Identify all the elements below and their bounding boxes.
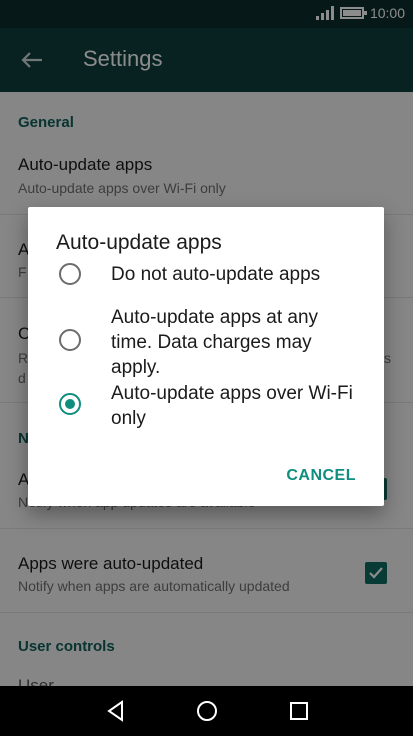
cancel-button[interactable]: CANCEL (286, 467, 356, 485)
nav-recents-icon[interactable] (286, 698, 312, 724)
option-do-not-auto-update[interactable]: Do not auto-update apps (28, 261, 384, 295)
dialog-title: Auto-update apps (56, 231, 222, 254)
radio-unselected-icon[interactable] (59, 329, 81, 351)
auto-update-dialog: Auto-update apps Do not auto-update apps… (28, 207, 384, 506)
radio-selected-icon[interactable] (59, 393, 81, 415)
system-nav-bar (0, 686, 413, 736)
option-auto-update-wifi-only[interactable]: Auto-update apps over Wi-Fi only (28, 381, 384, 437)
option-label: Auto-update apps over Wi-Fi only (111, 383, 353, 429)
option-auto-update-any-time[interactable]: Auto-update apps at any time. Data charg… (28, 305, 384, 385)
option-label: Auto-update apps at any time. Data charg… (111, 307, 319, 378)
nav-home-icon[interactable] (194, 698, 220, 724)
nav-back-icon[interactable] (103, 698, 129, 724)
option-label: Do not auto-update apps (111, 264, 321, 285)
radio-unselected-icon[interactable] (59, 263, 81, 285)
